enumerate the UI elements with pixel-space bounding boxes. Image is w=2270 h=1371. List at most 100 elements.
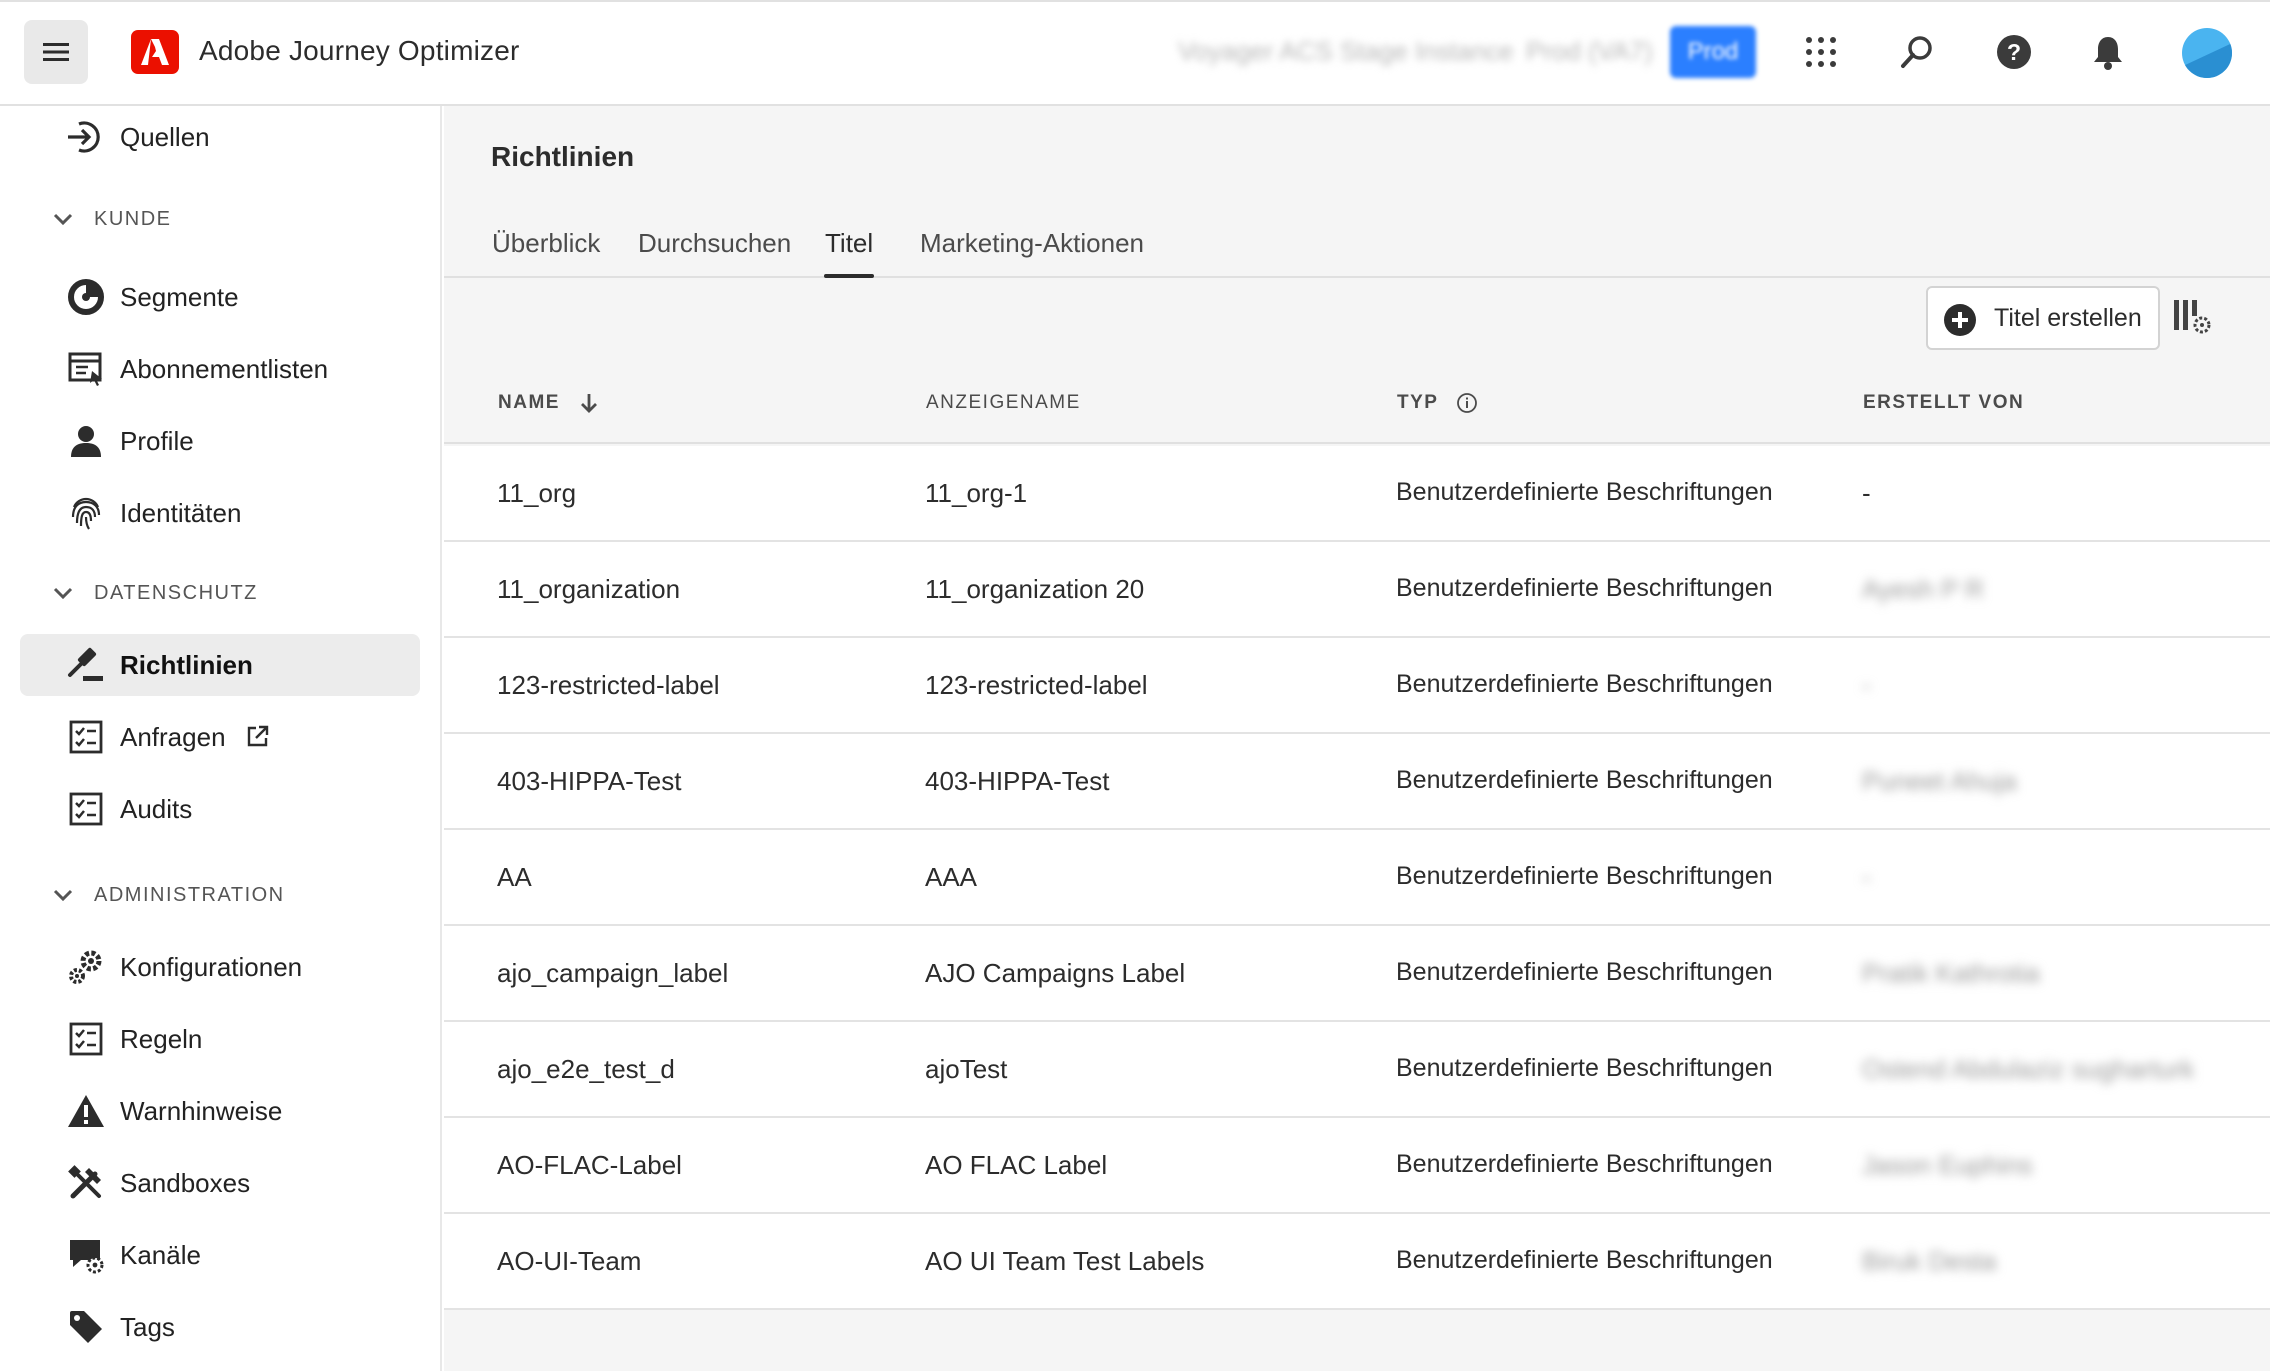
column-header-typ[interactable]: TYP [1397, 392, 1478, 414]
channels-icon [66, 1235, 106, 1275]
table-row[interactable]: AO-FLAC-Label AO FLAC Label Benutzerdefini… [444, 1118, 2270, 1214]
sidebar-item-anfragen[interactable]: Anfragen [20, 706, 420, 768]
app-title[interactable]: Adobe Journey Optimizer [199, 35, 520, 67]
cell-typ: Benutzerdefinierte Beschriftungen [1396, 478, 1773, 506]
sidebar-item-richtlinien[interactable]: Richtlinien [20, 634, 420, 696]
cell-name[interactable]: 403-HIPPA-Test [497, 766, 681, 797]
cell-anzeigename: 403-HIPPA-Test [925, 766, 1110, 796]
sidebar-item-konfigurationen[interactable]: Konfigurationen [20, 936, 420, 998]
info-icon[interactable] [1456, 392, 1478, 414]
sidebar-item-label: Abonnementlisten [120, 353, 329, 384]
gavel-icon [66, 645, 106, 685]
cell-anzeigename: AO UI Team Test Labels [925, 1246, 1205, 1276]
sidebar-item-label: Kanäle [120, 1239, 201, 1270]
column-header-name[interactable]: NAME [498, 392, 600, 414]
sidebar: Quellen KUNDE Segmente Abonnementlisten … [0, 106, 442, 1371]
tag-icon [66, 1307, 106, 1347]
cell-erstellt-von: Jason Euphins [1862, 1150, 2033, 1180]
sidebar-item-tags[interactable]: Tags [20, 1296, 420, 1358]
sidebar-item-label: Audits [120, 793, 193, 824]
notifications-bell-icon[interactable] [2084, 28, 2132, 76]
checklist-icon [66, 1019, 106, 1059]
cell-name[interactable]: 11_org [497, 478, 576, 509]
cell-anzeigename: AAA [925, 862, 978, 892]
table-row[interactable]: ajo_campaign_label AJO Campaigns Label Ben… [444, 926, 2270, 1022]
tab-marketing-aktionen[interactable]: Marketing-Aktionen [920, 228, 1144, 259]
section-header-kunde[interactable]: KUNDE [50, 204, 172, 234]
cell-name[interactable]: ajo_e2e_test_d [497, 1054, 675, 1085]
table-row[interactable]: 11_organization 11_organization 20 Benutze… [444, 542, 2270, 638]
sidebar-item-audits[interactable]: Audits [20, 778, 420, 840]
arrow-into-icon [64, 117, 104, 157]
cell-name[interactable]: ajo_campaign_label [497, 958, 728, 989]
sidebar-item-label: Tags [120, 1311, 175, 1342]
adobe-logo-icon[interactable] [131, 30, 179, 74]
tab-durchsuchen[interactable]: Durchsuchen [638, 228, 791, 259]
cell-typ: Benutzerdefinierte Beschriftungen [1396, 766, 1773, 794]
avatar[interactable] [2182, 28, 2232, 78]
table-row[interactable]: ajo_e2e_test_d ajoTest Benutzerdefinierte … [444, 1022, 2270, 1118]
cell-typ: Benutzerdefinierte Beschriftungen [1396, 1054, 1773, 1082]
table-row[interactable]: AO-UI-Team AO UI Team Test Labels Benutzer… [444, 1214, 2270, 1310]
apps-grid-icon[interactable] [1797, 28, 1845, 76]
column-header-erstellt-von[interactable]: ERSTELLT VON [1863, 392, 2024, 414]
sidebar-item-label: Konfigurationen [120, 951, 303, 982]
sidebar-item-warnhinweise[interactable]: Warnhinweise [20, 1080, 420, 1142]
top-bar: Adobe Journey Optimizer Voyager ACS Stag… [0, 0, 2270, 106]
tab-titel[interactable]: Titel [825, 228, 873, 259]
table-row[interactable]: 123-restricted-label 123-restricted-label… [444, 638, 2270, 734]
sidebar-item-label: Segmente [120, 281, 239, 312]
sidebar-item-label: Anfragen [120, 721, 226, 752]
svg-text:?: ? [2007, 39, 2021, 65]
sidebar-item-sandboxes[interactable]: Sandboxes [20, 1152, 420, 1214]
org-switcher[interactable]: Voyager ACS Stage Instance [1178, 36, 1513, 67]
table-row[interactable]: 11_org 11_org-1 Benutzerdefinierte Beschri… [444, 446, 2270, 542]
column-header-label: NAME [498, 392, 560, 413]
page-title: Richtlinien [491, 141, 635, 172]
sidebar-item-abonnementlisten[interactable]: Abonnementlisten [20, 338, 420, 400]
table-row[interactable]: 403-HIPPA-Test 403-HIPPA-Test Benutzerdefi… [444, 734, 2270, 830]
cell-name[interactable]: AO-UI-Team [497, 1246, 641, 1277]
sidebar-item-kanaele[interactable]: Kanäle [20, 1224, 420, 1286]
column-header-anzeigename[interactable]: ANZEIGENAME [926, 392, 1081, 414]
cell-erstellt-von: Ostend Abdulaziz sugharturk [1862, 1054, 2195, 1084]
sidebar-item-identitaeten[interactable]: Identitäten [20, 482, 420, 544]
menu-icon[interactable] [24, 20, 88, 84]
section-header-administration[interactable]: ADMINISTRATION [50, 880, 285, 910]
cell-erstellt-von: Puneet Ahuja [1862, 766, 2017, 796]
tab-ueberblick[interactable]: Überblick [492, 228, 600, 259]
sidebar-item-label: Quellen [120, 121, 210, 152]
table-row[interactable]: AA AAA Benutzerdefinierte Beschriftungen - [444, 830, 2270, 926]
cell-name[interactable]: 11_organization [497, 574, 680, 605]
sidebar-item-quellen[interactable]: Quellen [20, 106, 420, 168]
sidebar-item-regeln[interactable]: Regeln [20, 1008, 420, 1070]
cell-name[interactable]: 123-restricted-label [497, 670, 720, 701]
sidebar-item-segmente[interactable]: Segmente [20, 266, 420, 328]
help-icon[interactable]: ? [1990, 28, 2038, 76]
section-label: DATENSCHUTZ [94, 581, 258, 604]
column-header-label: TYP [1397, 392, 1439, 413]
cell-typ: Benutzerdefinierte Beschriftungen [1396, 1150, 1773, 1178]
cell-name[interactable]: AA [497, 862, 532, 893]
sandbox-name[interactable]: Prod (VA7) [1526, 36, 1653, 67]
cell-erstellt-von: Biruk Desta [1862, 1246, 1997, 1276]
fingerprint-icon [66, 493, 106, 533]
sidebar-item-label: Richtlinien [120, 649, 253, 680]
section-header-datenschutz[interactable]: DATENSCHUTZ [50, 578, 258, 608]
active-tab-indicator [824, 274, 874, 278]
chevron-down-icon [53, 587, 73, 600]
sidebar-item-label: Regeln [120, 1023, 203, 1054]
create-label-button[interactable]: Titel erstellen [1926, 286, 2160, 350]
add-circle-icon [1944, 304, 1976, 336]
cell-name[interactable]: AO-FLAC-Label [497, 1150, 682, 1181]
chevron-down-icon [53, 889, 73, 902]
external-link-icon [246, 724, 270, 748]
search-icon[interactable] [1893, 28, 1941, 76]
cell-typ: Benutzerdefinierte Beschriftungen [1396, 862, 1773, 890]
cell-typ: Benutzerdefinierte Beschriftungen [1396, 670, 1773, 698]
cell-anzeigename: 11_org-1 [925, 478, 1028, 508]
sort-descending-arrow-icon [580, 394, 597, 413]
sidebar-item-profile[interactable]: Profile [20, 410, 420, 472]
checklist-icon [66, 717, 106, 757]
column-settings-icon[interactable] [2172, 296, 2216, 340]
